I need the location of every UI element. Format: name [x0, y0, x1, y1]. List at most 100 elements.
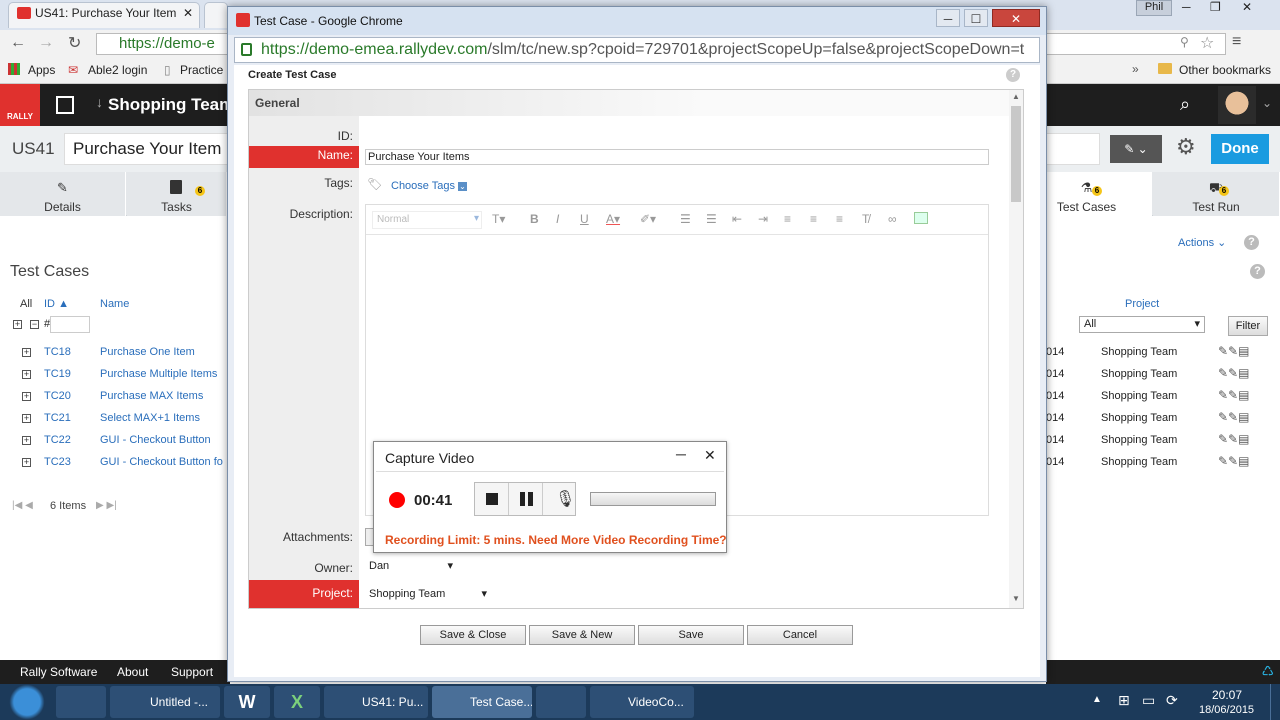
align-center-icon[interactable]: ≡ — [810, 212, 817, 226]
star-icon[interactable]: ☆ — [1200, 33, 1214, 53]
table-row[interactable]: 014 Shopping Team ✎✎▤ — [1046, 388, 1280, 410]
microphone-button[interactable]: 🎙 — [543, 483, 576, 515]
clear-format-icon[interactable]: T̸ — [862, 212, 869, 226]
bookmark-apps[interactable]: Apps — [28, 63, 55, 77]
taskbar-item-us41[interactable]: US41: Pu... — [324, 686, 428, 718]
collapse-all-icon[interactable]: − — [30, 320, 39, 329]
table-row[interactable]: + TC22 GUI - Checkout Button — [0, 432, 228, 454]
minimize-icon[interactable]: ─ — [1182, 0, 1191, 14]
column-project[interactable]: Project — [1125, 298, 1159, 310]
extension-icon[interactable]: ⚲ — [1180, 35, 1189, 49]
avatar[interactable] — [1218, 86, 1256, 124]
table-row[interactable]: + TC18 Purchase One Item — [0, 344, 228, 366]
close-window-icon[interactable]: ✕ — [992, 9, 1040, 27]
bullet-list-icon[interactable]: ☰ — [706, 212, 717, 226]
back-icon[interactable]: ← — [10, 34, 26, 52]
expand-icon[interactable]: + — [22, 348, 31, 357]
expand-icon[interactable]: + — [22, 414, 31, 423]
help-icon[interactable]: ? — [1250, 264, 1265, 279]
taskbar-item-untitled[interactable]: Untitled -... — [110, 686, 220, 718]
image-icon[interactable] — [914, 212, 928, 224]
bookmark-able2[interactable]: Able2 login — [88, 63, 147, 77]
calculator-icon[interactable] — [56, 686, 106, 718]
excel-icon[interactable]: X — [274, 686, 320, 718]
network-app-icon[interactable] — [536, 686, 586, 718]
highlight-icon[interactable]: ✐▾ — [640, 212, 656, 226]
expand-all-icon[interactable]: + — [13, 320, 22, 329]
address-bar[interactable]: https://demo-e — [96, 33, 236, 55]
background-tab-2[interactable] — [204, 2, 228, 28]
expand-icon[interactable]: + — [22, 436, 31, 445]
story-name-field-end[interactable] — [1046, 133, 1100, 165]
minimize-icon[interactable]: ─ — [936, 9, 960, 27]
indent-icon[interactable]: ⇥ — [758, 212, 768, 226]
numbered-list-icon[interactable]: ☰ — [680, 212, 691, 226]
column-all[interactable]: All — [20, 298, 32, 310]
name-input[interactable]: Purchase Your Items — [365, 149, 989, 165]
row-id[interactable]: TC19 — [44, 368, 71, 380]
id-filter-input[interactable] — [50, 316, 90, 333]
close-window-icon[interactable]: ✕ — [1242, 0, 1252, 14]
maximize-icon[interactable]: ☐ — [964, 9, 988, 27]
row-action-icons[interactable]: ✎✎▤ — [1218, 410, 1249, 424]
gear-icon[interactable]: ⚙ — [1176, 134, 1196, 160]
row-id[interactable]: TC21 — [44, 412, 71, 424]
start-button[interactable] — [4, 684, 50, 720]
row-action-icons[interactable]: ✎✎▤ — [1218, 388, 1249, 402]
other-bookmarks[interactable]: Other bookmarks — [1179, 63, 1271, 77]
row-action-icons[interactable]: ✎✎▤ — [1218, 454, 1249, 468]
font-size-icon[interactable]: T▾ — [492, 212, 505, 226]
help-icon[interactable]: ? — [1006, 68, 1020, 82]
column-id[interactable]: ID ▲ — [44, 298, 69, 310]
pause-button[interactable] — [509, 483, 543, 515]
bookmark-practice[interactable]: Practice — [180, 63, 223, 77]
row-name[interactable]: GUI - Checkout Button — [100, 434, 211, 446]
reload-icon[interactable]: ↻ — [68, 33, 81, 53]
table-row[interactable]: 014 Shopping Team ✎✎▤ — [1046, 366, 1280, 388]
filter-button[interactable]: Filter — [1228, 316, 1268, 336]
restore-icon[interactable]: ❐ — [1210, 0, 1221, 14]
owner-select[interactable]: Dan ▾ — [365, 558, 457, 576]
table-row[interactable]: 014 Shopping Team ✎✎▤ — [1046, 454, 1280, 476]
footer-link-about[interactable]: About — [117, 665, 148, 679]
close-icon[interactable]: ✕ — [704, 447, 716, 464]
expand-icon[interactable]: + — [22, 370, 31, 379]
footer-link-rally[interactable]: Rally Software — [20, 665, 97, 679]
row-name[interactable]: Select MAX+1 Items — [100, 412, 200, 424]
table-row[interactable]: 014 Shopping Team ✎✎▤ — [1046, 344, 1280, 366]
table-row[interactable]: + TC20 Purchase MAX Items — [0, 388, 228, 410]
bold-icon[interactable]: B — [530, 212, 539, 226]
stop-button[interactable] — [475, 483, 509, 515]
forward-icon[interactable]: → — [38, 34, 54, 52]
word-icon[interactable]: W — [224, 686, 270, 718]
display-icon[interactable]: ▭ — [1142, 692, 1155, 709]
table-row[interactable]: + TC21 Select MAX+1 Items — [0, 410, 228, 432]
row-action-icons[interactable]: ✎✎▤ — [1218, 344, 1249, 358]
search-icon[interactable]: ⌕ — [1180, 94, 1190, 115]
column-name[interactable]: Name — [100, 298, 129, 310]
table-row[interactable]: 014 Shopping Team ✎✎▤ — [1046, 432, 1280, 454]
clock-time[interactable]: 20:07 — [1212, 688, 1242, 702]
close-tab-icon[interactable]: ✕ — [183, 6, 193, 20]
actions-menu[interactable]: Actions ⌄ — [1178, 236, 1226, 249]
taskbar-item-test-case[interactable]: Test Case... — [432, 686, 532, 718]
row-id[interactable]: TC18 — [44, 346, 71, 358]
align-left-icon[interactable]: ≡ — [784, 212, 791, 226]
underline-icon[interactable]: U — [580, 212, 589, 226]
cancel-button[interactable]: Cancel — [747, 625, 853, 645]
building-icon[interactable] — [56, 96, 74, 114]
footer-link-support[interactable]: Support — [171, 665, 213, 679]
scroll-up-icon[interactable]: ▲ — [1012, 92, 1020, 101]
row-name[interactable]: GUI - Checkout Button fo — [100, 456, 223, 468]
windows-icon[interactable]: ⊞ — [1118, 692, 1130, 709]
taskbar-item-videocapture[interactable]: VideoCo... — [590, 686, 694, 718]
minimize-icon[interactable]: ─ — [676, 446, 686, 462]
table-row[interactable]: + TC19 Purchase Multiple Items — [0, 366, 228, 388]
style-select[interactable]: Normal ▾ — [372, 211, 482, 229]
tab-details[interactable]: ✎ Details — [0, 172, 126, 216]
font-color-icon[interactable]: A▾ — [606, 212, 620, 226]
recycle-icon[interactable]: ♺ — [1261, 663, 1274, 680]
row-id[interactable]: TC20 — [44, 390, 71, 402]
link-icon[interactable]: ∞ — [888, 212, 897, 226]
table-row[interactable]: + TC23 GUI - Checkout Button fo — [0, 454, 228, 476]
